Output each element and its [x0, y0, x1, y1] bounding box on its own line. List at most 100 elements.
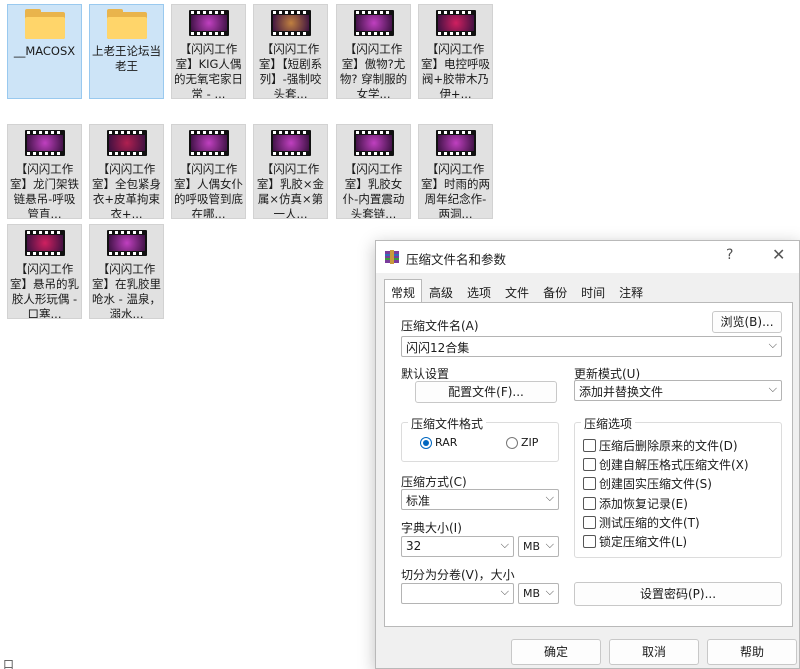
video-item[interactable]: 【闪闪工作室】乳胶女仆-内置震动头套链...	[336, 124, 411, 219]
dictionary-select[interactable]: 32 ⌵	[401, 536, 514, 557]
update-mode-select[interactable]: 添加并替换文件 ⌵	[574, 380, 782, 401]
close-icon[interactable]: ✕	[772, 245, 785, 264]
cancel-button[interactable]: 取消	[609, 639, 699, 665]
ok-button[interactable]: 确定	[511, 639, 601, 665]
video-thumbnail-icon	[24, 129, 65, 156]
archive-dialog: 压缩文件名和参数 ? ✕ 常规 高级 选项 文件 备份 时间 注释 压缩文件名(…	[375, 240, 800, 669]
format-zip-label: ZIP	[521, 436, 539, 449]
checkbox-icon	[583, 516, 596, 529]
status-fragment: 口	[3, 658, 14, 669]
dictionary-label: 字典大小(I)	[401, 521, 462, 535]
video-item[interactable]: 【闪闪工作室】乳胶×金属×仿真×第一人...	[253, 124, 328, 219]
file-name: 上老王论坛当老王	[92, 44, 161, 73]
options-group: 压缩选项 压缩后删除原来的文件(D) 创建自解压格式压缩文件(X) 创建固实压缩…	[574, 415, 782, 558]
option-label: 压缩后删除原来的文件(D)	[599, 439, 738, 453]
tab-advanced[interactable]: 高级	[422, 279, 460, 303]
tab-time[interactable]: 时间	[574, 279, 612, 303]
folder-item[interactable]: 上老王论坛当老王	[89, 4, 164, 99]
solid-checkbox[interactable]: 创建固实压缩文件(S)	[583, 475, 712, 492]
options-group-title: 压缩选项	[581, 415, 636, 432]
video-thumbnail-icon	[353, 9, 394, 36]
lock-archive-checkbox[interactable]: 锁定压缩文件(L)	[583, 533, 687, 550]
split-size-select[interactable]: ⌵	[401, 583, 514, 604]
folder-icon	[24, 9, 65, 39]
video-thumbnail-icon	[106, 129, 147, 156]
archive-name-value: 闪闪12合集	[406, 341, 470, 355]
video-item[interactable]: 【闪闪工作室】KIG人偶的无氧宅家日常 - ...	[171, 4, 246, 99]
checkbox-icon	[583, 535, 596, 548]
sfx-checkbox[interactable]: 创建自解压格式压缩文件(X)	[583, 456, 749, 473]
format-group: 压缩文件格式 RAR ZIP	[401, 415, 559, 462]
radio-selected-icon	[420, 436, 432, 449]
folder-icon	[106, 9, 147, 39]
file-name: 【闪闪工作室】【短剧系列】-强制咬头套...	[258, 41, 323, 98]
tab-general[interactable]: 常规	[384, 279, 423, 304]
help-icon[interactable]: ?	[726, 247, 733, 263]
format-rar-label: RAR	[435, 436, 458, 449]
file-name: 【闪闪工作室】悬吊的乳胶人形玩偶 - 口塞...	[10, 261, 79, 318]
split-unit-select[interactable]: MB ⌵	[518, 583, 559, 604]
chevron-down-icon: ⌵	[545, 538, 554, 551]
chevron-down-icon: ⌵	[500, 538, 509, 551]
video-item[interactable]: 【闪闪工作室】【短剧系列】-强制咬头套...	[253, 4, 328, 99]
chevron-down-icon: ⌵	[768, 382, 777, 395]
format-rar-radio[interactable]: RAR	[420, 436, 457, 449]
tab-options[interactable]: 选项	[460, 279, 498, 303]
dictionary-unit-value: MB	[523, 540, 541, 553]
video-thumbnail-icon	[188, 129, 229, 156]
help-button[interactable]: 帮助	[707, 639, 797, 665]
video-thumbnail-icon	[353, 129, 394, 156]
chevron-down-icon: ⌵	[545, 491, 554, 504]
chevron-down-icon: ⌵	[545, 585, 554, 598]
file-name: 【闪闪工作室】KIG人偶的无氧宅家日常 - ...	[174, 41, 243, 98]
method-label: 压缩方式(C)	[401, 475, 467, 489]
file-name: 【闪闪工作室】乳胶×金属×仿真×第一人...	[256, 161, 325, 218]
archive-name-label: 压缩文件名(A)	[401, 319, 479, 333]
radio-icon	[506, 436, 518, 449]
tab-comment[interactable]: 注释	[612, 279, 650, 303]
video-thumbnail-icon	[188, 9, 229, 36]
file-name: 【闪闪工作室】电控呼吸阀+胶带木乃伊+...	[421, 41, 490, 98]
method-select[interactable]: 标准 ⌵	[401, 489, 559, 510]
delete-after-checkbox[interactable]: 压缩后删除原来的文件(D)	[583, 437, 738, 454]
video-thumbnail-icon	[24, 229, 65, 256]
option-label: 测试压缩的文件(T)	[599, 516, 700, 530]
video-item[interactable]: 【闪闪工作室】悬吊的乳胶人形玩偶 - 口塞...	[7, 224, 82, 319]
profiles-button[interactable]: 配置文件(F)...	[415, 381, 557, 403]
video-item[interactable]: 【闪闪工作室】在乳胶里呛水 - 温泉，溺水...	[89, 224, 164, 319]
split-label: 切分为分卷(V)，大小	[401, 568, 515, 582]
video-item[interactable]: 【闪闪工作室】人偶女仆的呼吸管到底在哪...	[171, 124, 246, 219]
recovery-record-checkbox[interactable]: 添加恢复记录(E)	[583, 495, 688, 512]
default-settings-label: 默认设置	[401, 367, 450, 381]
set-password-button[interactable]: 设置密码(P)...	[574, 582, 782, 606]
video-item[interactable]: 【闪闪工作室】傲物?尤物? 穿制服的女学...	[336, 4, 411, 99]
video-item[interactable]: 【闪闪工作室】龙门架铁链悬吊-呼吸管直...	[7, 124, 82, 219]
option-label: 创建自解压格式压缩文件(X)	[599, 458, 749, 472]
dialog-titlebar[interactable]: 压缩文件名和参数 ? ✕	[376, 241, 799, 273]
file-name: 【闪闪工作室】乳胶女仆-内置震动头套链...	[342, 161, 405, 218]
video-item[interactable]: 【闪闪工作室】时雨的两周年纪念作-两洞...	[418, 124, 493, 219]
chevron-down-icon: ⌵	[768, 338, 777, 351]
video-item[interactable]: 【闪闪工作室】电控呼吸阀+胶带木乃伊+...	[418, 4, 493, 99]
dialog-title: 压缩文件名和参数	[406, 252, 507, 267]
file-name: 【闪闪工作室】时雨的两周年纪念作-两洞...	[421, 161, 490, 218]
video-thumbnail-icon	[435, 9, 476, 36]
video-thumbnail-icon	[106, 229, 147, 256]
test-files-checkbox[interactable]: 测试压缩的文件(T)	[583, 514, 700, 531]
checkbox-icon	[583, 497, 596, 510]
checkbox-icon	[583, 458, 596, 471]
archive-name-input[interactable]: 闪闪12合集 ⌵	[401, 336, 782, 357]
tab-files[interactable]: 文件	[498, 279, 536, 303]
video-item[interactable]: 【闪闪工作室】全包紧身衣+皮革拘束衣+...	[89, 124, 164, 219]
format-zip-radio[interactable]: ZIP	[506, 436, 538, 449]
tab-bar: 常规 高级 选项 文件 备份 时间 注释	[384, 279, 650, 304]
video-thumbnail-icon	[270, 9, 311, 36]
checkbox-icon	[583, 439, 596, 452]
dictionary-unit-select[interactable]: MB ⌵	[518, 536, 559, 557]
file-name: 【闪闪工作室】人偶女仆的呼吸管到底在哪...	[174, 161, 243, 218]
folder-item[interactable]: __MACOSX	[7, 4, 82, 99]
option-label: 创建固实压缩文件(S)	[599, 477, 712, 491]
tab-backup[interactable]: 备份	[536, 279, 574, 303]
video-thumbnail-icon	[270, 129, 311, 156]
browse-button[interactable]: 浏览(B)...	[712, 311, 782, 333]
